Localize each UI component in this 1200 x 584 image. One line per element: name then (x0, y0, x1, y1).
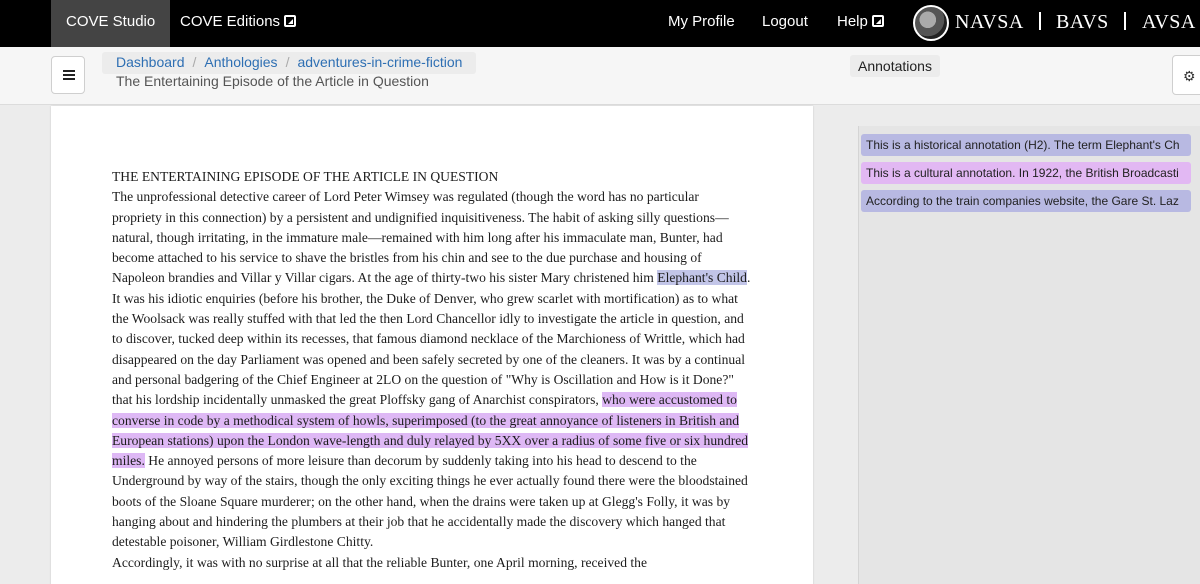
menu-button[interactable] (51, 56, 85, 94)
paragraph: The unprofessional detective career of L… (112, 187, 752, 552)
breadcrumb-separator: / (192, 54, 197, 70)
annotation-item[interactable]: This is a cultural annotation. In 1922, … (861, 162, 1191, 184)
external-link-icon (871, 15, 884, 27)
avsa-logo[interactable]: AVSA (1142, 0, 1196, 44)
nav-cove-editions[interactable]: COVE Editions (180, 0, 297, 47)
breadcrumb: Dashboard / Anthologies / adventures-in-crim… (102, 52, 477, 74)
document-body: THE ENTERTAINING EPISODE OF THE ARTICLE … (112, 167, 752, 573)
nav-help[interactable]: Help (837, 0, 884, 47)
logo-divider (1124, 12, 1126, 30)
document-page: THE ENTERTAINING EPISODE OF THE ARTICLE … (51, 106, 813, 584)
navsa-seal-logo[interactable] (913, 5, 949, 41)
annotations-panel: This is a historical annotation (H2). Th… (858, 126, 1200, 584)
top-navbar: COVE Studio COVE Editions My Profile Log… (0, 0, 1200, 47)
settings-button[interactable]: ⚙ (1172, 55, 1200, 95)
nav-cove-studio-label: COVE Studio (66, 13, 156, 30)
annotation-item[interactable]: According to the train companies website… (861, 190, 1191, 212)
logo-divider (1039, 12, 1041, 30)
breadcrumb-anthology[interactable]: adventures-in-crime-fiction (297, 54, 462, 70)
nav-help-label: Help (837, 13, 868, 30)
breadcrumb-dashboard[interactable]: Dashboard (116, 54, 185, 70)
paragraph-text: . It was his idiotic enquiries (before h… (112, 270, 751, 408)
tab-annotations[interactable]: Annotations (850, 55, 940, 77)
navsa-logo[interactable]: NAVSA (955, 0, 1024, 44)
paragraph-text: He annoyed persons of more leisure than … (112, 453, 748, 550)
document-header: Dashboard / Anthologies / adventures-in-crim… (0, 47, 1200, 105)
nav-logout[interactable]: Logout (762, 0, 808, 47)
paragraph: Accordingly, it was with no surprise at … (112, 554, 648, 570)
document-title: THE ENTERTAINING EPISODE OF THE ARTICLE … (112, 169, 499, 184)
nav-logout-label: Logout (762, 13, 808, 30)
nav-cove-studio[interactable]: COVE Studio (51, 0, 171, 47)
annotation-item[interactable]: This is a historical annotation (H2). Th… (861, 134, 1191, 156)
hamburger-icon (63, 70, 75, 80)
page-title: The Entertaining Episode of the Article … (116, 73, 429, 89)
highlight-historical[interactable]: Elephant's Child (657, 270, 747, 286)
breadcrumb-separator: / (285, 54, 290, 70)
external-link-icon (284, 15, 297, 27)
nav-cove-editions-label: COVE Editions (180, 13, 281, 30)
gears-icon: ⚙ (1183, 68, 1196, 84)
breadcrumb-anthologies[interactable]: Anthologies (204, 54, 277, 70)
nav-my-profile-label: My Profile (668, 13, 735, 30)
paragraph-text: The unprofessional detective career of L… (112, 189, 729, 286)
nav-my-profile[interactable]: My Profile (668, 0, 735, 47)
bavs-logo[interactable]: BAVS (1056, 0, 1109, 44)
